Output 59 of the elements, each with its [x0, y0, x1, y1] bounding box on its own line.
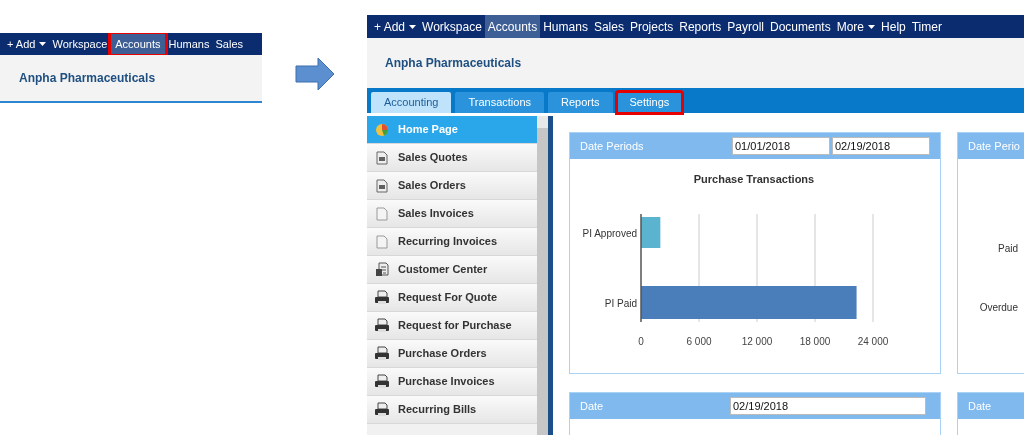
nav-link[interactable]: Workspace	[49, 33, 111, 55]
sidebar-item[interactable]: Purchase Orders	[367, 340, 537, 368]
nav-link[interactable]: + Add	[371, 15, 420, 38]
printer-icon	[374, 346, 390, 361]
company-title: Anpha Pharmaceuticals	[19, 70, 156, 87]
nav-link[interactable]: Projects	[626, 15, 677, 38]
category-label: Overdue	[979, 301, 1018, 315]
nav-link[interactable]: Workspace	[419, 15, 485, 38]
printer-icon	[374, 374, 390, 389]
nav-link[interactable]: More	[833, 15, 879, 38]
nav-link[interactable]: Sales	[590, 15, 627, 38]
tick-label: 0	[638, 336, 644, 347]
sidebar-item[interactable]: Sales Orders	[367, 172, 537, 200]
nav-link[interactable]: Humans	[165, 33, 213, 55]
date-field[interactable]: 02/19/2018	[730, 397, 926, 415]
document-icon	[376, 178, 388, 193]
nav-link[interactable]: Reports	[676, 15, 725, 38]
printer-icon	[374, 318, 390, 333]
category-label: PI Paid	[604, 297, 637, 309]
panel-title: Date	[968, 398, 993, 414]
pie-icon	[375, 122, 389, 137]
nav-link[interactable]: Help	[878, 15, 909, 38]
nav-link[interactable]: + Add	[4, 33, 50, 55]
sidebar-item[interactable]: Sales Quotes	[367, 144, 537, 172]
panel-title: Date Periods	[580, 138, 645, 154]
tick-label: 6 000	[686, 336, 712, 347]
sidebar-item[interactable]: Customer Center	[367, 256, 537, 284]
printer-icon	[374, 402, 390, 417]
document-icon	[376, 150, 388, 165]
document-icon	[376, 234, 388, 249]
tick-label: 18 000	[799, 336, 831, 347]
right-arrow-icon	[294, 57, 335, 91]
category-label: PI Approved	[582, 227, 637, 239]
sidebar-item[interactable]: Recurring Invoices	[367, 228, 537, 256]
sidebar-item[interactable]: Request For Quote	[367, 284, 537, 312]
chart-title: Purchase Transactions	[693, 173, 815, 185]
panel-title: Date	[580, 398, 605, 414]
nav-link[interactable]: Payroll	[724, 15, 767, 38]
sidebar-item[interactable]: Sales Invoices	[367, 200, 537, 228]
sidebar-item[interactable]: Recurring Bills	[367, 396, 537, 424]
company-title: Anpha Pharmaceuticals	[385, 55, 522, 72]
nav-link[interactable]: Documents	[767, 15, 834, 38]
sidebar-item[interactable]: Purchase Invoices	[367, 368, 537, 396]
nav-link[interactable]: Accounts	[110, 33, 166, 55]
tick-label: 12 000	[741, 336, 773, 347]
nav-link[interactable]: Timer	[908, 15, 945, 38]
document-icon	[376, 206, 388, 221]
date-field[interactable]: 01/01/2018	[732, 137, 830, 155]
panel-title: Date Perio	[968, 138, 1020, 154]
documents-icon	[375, 262, 389, 277]
tab[interactable]: Accounting	[371, 92, 452, 113]
category-label: Paid	[998, 242, 1018, 256]
printer-icon	[374, 290, 390, 305]
date-field[interactable]: 02/19/2018	[832, 137, 930, 155]
nav-link[interactable]: Humans	[540, 15, 591, 38]
sidebar-item[interactable]: Request for Purchase	[367, 312, 537, 340]
tick-label: 24 000	[857, 336, 889, 347]
nav-link[interactable]: Sales	[212, 33, 247, 55]
nav-link[interactable]: Accounts	[484, 15, 541, 38]
